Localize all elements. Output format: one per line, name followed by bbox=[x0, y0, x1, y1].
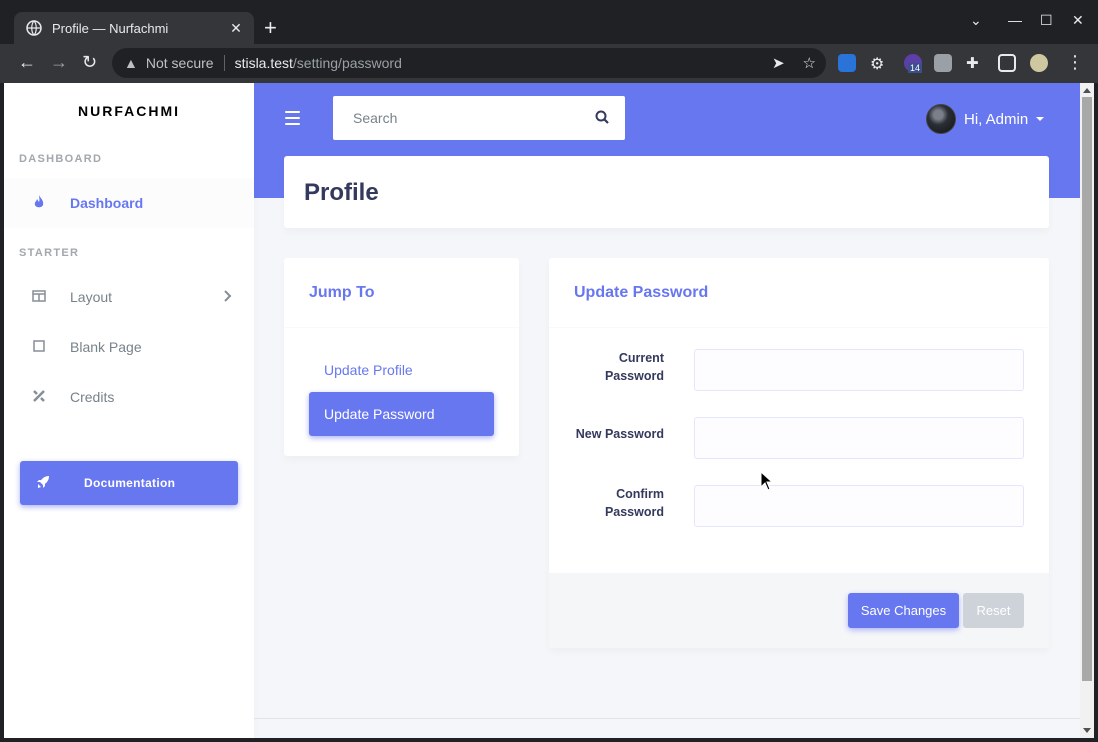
browser-chrome: Profile — Nurfachmi ✕ + ⌄ — ☐ ✕ ← → ↻ ▲ … bbox=[0, 0, 1098, 83]
confirm-password-label: Confirm Password bbox=[605, 485, 664, 521]
address-bar[interactable]: ▲ Not secure stisla.test /setting/passwo… bbox=[112, 48, 826, 78]
menu-header-starter: STARTER bbox=[19, 247, 80, 259]
card-footer: Save Changes Reset bbox=[549, 573, 1049, 648]
confirm-password-field[interactable] bbox=[694, 485, 1024, 527]
avatar bbox=[926, 104, 956, 134]
scroll-down-icon[interactable] bbox=[1083, 728, 1091, 733]
fire-icon bbox=[29, 194, 49, 212]
menu-header-dashboard: DASHBOARD bbox=[19, 153, 103, 165]
current-password-field[interactable] bbox=[694, 349, 1024, 391]
user-greeting: Hi, Admin bbox=[964, 110, 1029, 128]
search-input[interactable] bbox=[353, 110, 573, 126]
scroll-up-icon[interactable] bbox=[1083, 88, 1091, 93]
sidebar-item-dashboard[interactable]: Dashboard bbox=[4, 178, 254, 228]
menu-dots-icon[interactable]: ⋮ bbox=[1066, 52, 1084, 72]
jump-to-title: Jump To bbox=[309, 283, 375, 301]
label-line: New Password bbox=[575, 427, 664, 441]
browser-toolbar: ← → ↻ ▲ Not secure stisla.test /setting/… bbox=[0, 44, 1098, 83]
update-password-card: Update Password Current Password New Pas… bbox=[549, 258, 1049, 648]
scrollbar-thumb[interactable] bbox=[1082, 97, 1092, 681]
divider bbox=[223, 55, 225, 71]
card-header: Jump To bbox=[284, 258, 519, 328]
security-status: Not secure bbox=[145, 55, 214, 71]
sidebar-item-blank-page[interactable]: Blank Page bbox=[4, 322, 254, 372]
tab-close-icon[interactable]: ✕ bbox=[226, 20, 246, 37]
browser-tab[interactable]: Profile — Nurfachmi ✕ bbox=[14, 12, 254, 44]
documentation-label: Documentation bbox=[84, 476, 176, 490]
reset-button[interactable]: Reset bbox=[963, 593, 1024, 628]
search-box bbox=[333, 96, 625, 140]
url-host: stisla.test bbox=[234, 55, 293, 71]
label-line: Current bbox=[618, 351, 664, 365]
section-header: Profile bbox=[284, 156, 1049, 228]
minimize-icon[interactable]: — bbox=[1008, 12, 1022, 28]
extensions-puzzle-icon[interactable]: ✚ bbox=[966, 54, 984, 72]
side-panel-icon[interactable] bbox=[998, 54, 1016, 72]
search-icon[interactable] bbox=[595, 110, 609, 129]
chevron-right-icon bbox=[224, 289, 232, 305]
globe-icon bbox=[26, 20, 42, 36]
new-password-field[interactable] bbox=[694, 417, 1024, 459]
profile-avatar-icon[interactable] bbox=[1030, 54, 1048, 72]
jump-to-card: Jump To Update Profile Update Password bbox=[284, 258, 519, 456]
sidebar-item-layout[interactable]: Layout bbox=[4, 272, 254, 322]
extension-badge-icon[interactable]: 14 bbox=[904, 54, 923, 73]
save-changes-button[interactable]: Save Changes bbox=[848, 593, 959, 628]
maximize-icon[interactable]: ☐ bbox=[1040, 12, 1053, 29]
rocket-icon bbox=[36, 475, 50, 492]
card-header: Update Password bbox=[549, 258, 1049, 328]
extension-gear-icon[interactable]: ⚙ bbox=[870, 54, 888, 73]
sidebar: NURFACHMI DASHBOARD Dashboard STARTER La… bbox=[4, 83, 254, 738]
sidebar-item-label: Layout bbox=[70, 289, 113, 305]
warning-icon: ▲ bbox=[124, 55, 138, 71]
sidebar-item-label: Credits bbox=[70, 389, 115, 405]
page-viewport: NURFACHMI DASHBOARD Dashboard STARTER La… bbox=[4, 83, 1080, 738]
tab-title: Profile — Nurfachmi bbox=[52, 20, 169, 36]
extension-badge-count: 14 bbox=[908, 63, 923, 73]
pencil-ruler-icon bbox=[29, 389, 49, 406]
update-password-link-label: Update Password bbox=[324, 406, 435, 422]
send-icon[interactable]: ➤ bbox=[772, 54, 785, 72]
tab-search-icon[interactable]: ⌄ bbox=[970, 12, 982, 29]
update-password-title: Update Password bbox=[574, 283, 709, 301]
sidebar-item-label: Blank Page bbox=[70, 339, 142, 355]
sidebar-item-label: Dashboard bbox=[70, 195, 144, 211]
forward-icon[interactable]: → bbox=[50, 52, 68, 72]
square-icon bbox=[29, 339, 49, 355]
label-line: Password bbox=[604, 369, 664, 383]
page-title: Profile bbox=[304, 179, 379, 206]
new-tab-icon[interactable]: + bbox=[264, 16, 277, 40]
user-dropdown[interactable]: Hi, Admin bbox=[926, 104, 1045, 134]
label-line: Password bbox=[604, 505, 664, 519]
bookmark-star-icon[interactable]: ☆ bbox=[803, 54, 816, 72]
label-line: Confirm bbox=[616, 487, 664, 501]
caret-down-icon bbox=[1036, 117, 1045, 121]
update-password-link[interactable]: Update Password bbox=[309, 392, 494, 436]
update-profile-link[interactable]: Update Profile bbox=[324, 362, 413, 378]
hamburger-menu-icon[interactable] bbox=[285, 111, 300, 129]
reload-icon[interactable]: ↻ bbox=[82, 52, 97, 72]
back-icon[interactable]: ← bbox=[18, 52, 36, 72]
page-scrollbar[interactable] bbox=[1080, 83, 1094, 738]
sidebar-item-credits[interactable]: Credits bbox=[4, 372, 254, 422]
extension-fi-icon[interactable] bbox=[838, 54, 856, 72]
url-path: /setting/password bbox=[292, 55, 402, 71]
columns-icon bbox=[29, 289, 49, 305]
new-password-label: New Password bbox=[576, 425, 664, 443]
footer-divider bbox=[254, 718, 1080, 719]
close-window-icon[interactable]: ✕ bbox=[1072, 12, 1084, 29]
brand-logo[interactable]: NURFACHMI bbox=[4, 103, 254, 119]
mouse-cursor-icon bbox=[760, 471, 774, 491]
documentation-button[interactable]: Documentation bbox=[20, 461, 238, 505]
extension-square-icon[interactable] bbox=[934, 54, 952, 72]
current-password-label: Current Password bbox=[605, 349, 664, 385]
